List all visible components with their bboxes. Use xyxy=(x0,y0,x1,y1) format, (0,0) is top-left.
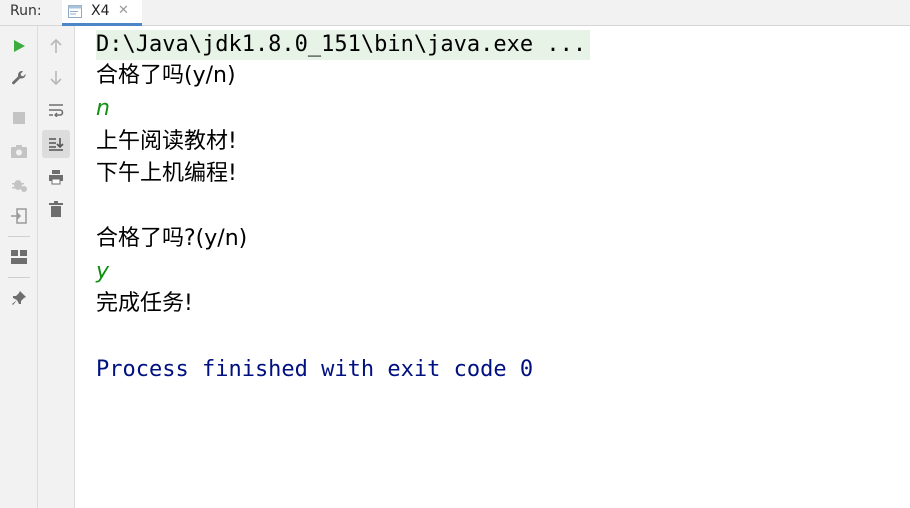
run-label: Run: xyxy=(10,3,42,19)
close-icon[interactable]: ✕ xyxy=(118,3,129,18)
debug-icon[interactable] xyxy=(7,172,31,196)
console-window-icon xyxy=(68,5,82,18)
run-toolbar-second xyxy=(38,26,75,508)
wrench-icon[interactable] xyxy=(7,66,31,90)
camera-icon[interactable] xyxy=(7,139,31,163)
stop-icon[interactable] xyxy=(7,106,31,130)
print-icon[interactable] xyxy=(44,165,68,189)
console-output-line: 下午上机编程! xyxy=(96,161,237,186)
layout-icon[interactable] xyxy=(7,245,31,269)
soft-wrap-icon[interactable] xyxy=(44,98,68,122)
console-command-line: D:\Java\jdk1.8.0_151\bin\java.exe ... xyxy=(96,30,591,60)
trash-icon[interactable] xyxy=(44,197,68,221)
rerun-icon[interactable] xyxy=(7,34,31,58)
console-output-line: 合格了吗(y/n) xyxy=(96,63,236,88)
console-output-line: 完成任务! xyxy=(96,291,193,316)
console-user-input: y xyxy=(96,259,110,284)
toolbar-separator xyxy=(8,277,30,278)
console-user-input: n xyxy=(96,96,110,121)
down-arrow-icon[interactable] xyxy=(44,66,68,90)
console-output[interactable]: D:\Java\jdk1.8.0_151\bin\java.exe ... 合格… xyxy=(96,30,910,508)
run-tab-x4[interactable]: X4 ✕ xyxy=(62,0,142,26)
console-output-line: 上午阅读教材! xyxy=(96,129,237,154)
console-output-line: 合格了吗?(y/n) xyxy=(96,226,248,251)
run-toolwindow-header: Run: X4 ✕ xyxy=(0,0,910,26)
process-exit-message: Process finished with exit code 0 xyxy=(96,357,534,382)
pin-icon[interactable] xyxy=(7,286,31,310)
run-toolbar-left xyxy=(0,26,38,508)
login-icon[interactable] xyxy=(7,204,31,228)
toolbar-separator xyxy=(8,236,30,237)
up-arrow-icon[interactable] xyxy=(44,34,68,58)
scroll-to-end-icon[interactable] xyxy=(42,130,70,158)
tab-title: X4 xyxy=(91,3,110,19)
